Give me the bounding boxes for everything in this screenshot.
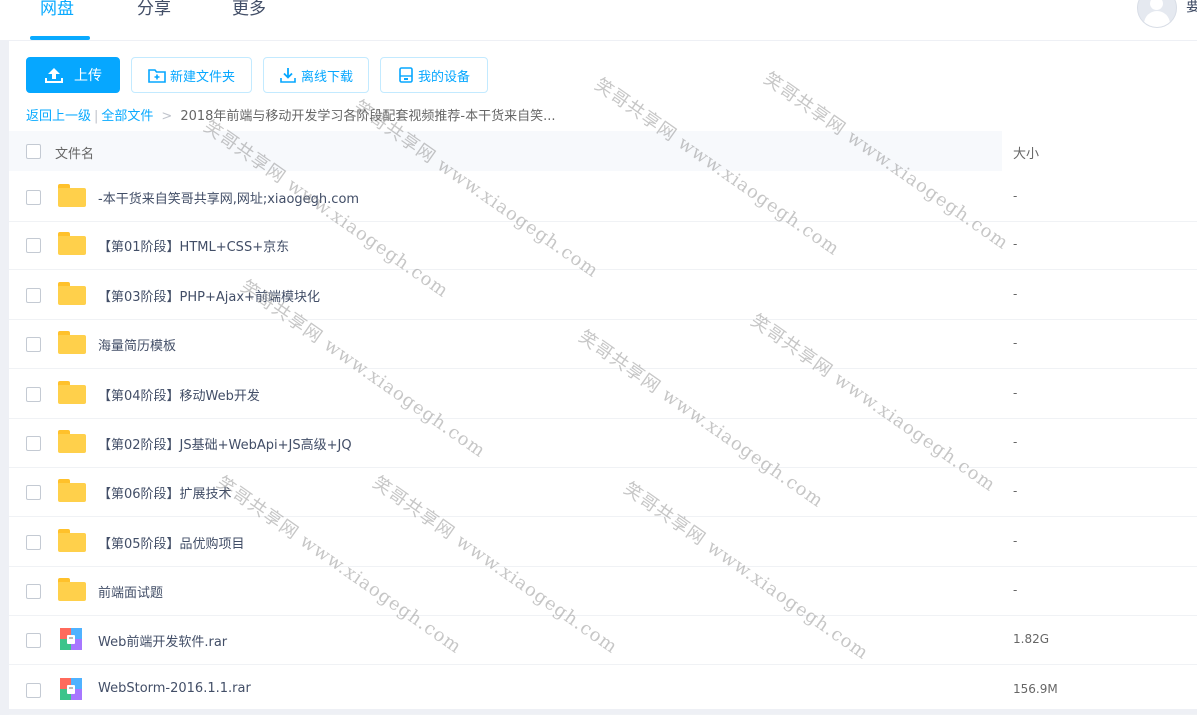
breadcrumb-arrow: > [161,109,173,124]
upload-label: 上传 [74,68,102,84]
row-checkbox[interactable] [26,485,41,500]
row-checkbox[interactable] [26,337,41,352]
folder-icon [56,428,86,456]
table-row[interactable]: Web前端开发软件.rar 1.82G [9,615,1197,665]
row-checkbox[interactable] [26,683,41,698]
file-name[interactable]: 前端面试题 [98,582,163,601]
file-size: - [1013,386,1018,400]
my-devices-button[interactable]: 我的设备 [380,57,488,93]
new-folder-label: 新建文件夹 [169,69,235,85]
archive-icon [56,625,86,653]
tab-netdisk[interactable]: 网盘 [40,0,74,19]
device-icon [399,67,413,83]
table-row[interactable]: 【第06阶段】扩展技术 - [9,467,1197,517]
row-checkbox[interactable] [26,387,41,402]
file-name[interactable]: Web前端开发软件.rar [98,631,227,650]
folder-icon [56,379,86,407]
folder-icon [56,576,86,604]
file-size: - [1013,287,1018,301]
table-row[interactable]: 前端面试题 - [9,566,1197,616]
folder-icon [56,527,86,555]
row-checkbox[interactable] [26,190,41,205]
folder-icon [56,230,86,258]
table-row[interactable]: 【第03阶段】PHP+Ajax+前端模块化 - [9,270,1197,320]
file-size: - [1013,189,1018,203]
new-folder-button[interactable]: 新建文件夹 [131,57,252,93]
row-checkbox[interactable] [26,288,41,303]
upload-button[interactable]: 上传 [26,57,120,93]
table-row[interactable]: -本干货来自笑哥共享网,网址;xiaogegh.com - [9,172,1197,222]
file-size: - [1013,336,1018,350]
select-all-checkbox[interactable] [26,144,41,159]
folder-icon [56,329,86,357]
offline-download-label: 离线下载 [300,69,353,85]
file-size: - [1013,484,1018,498]
file-size: 1.82G [1013,632,1050,646]
archive-icon [56,675,86,703]
file-name[interactable]: 【第02阶段】JS基础+WebApi+JS高级+JQ [98,434,352,453]
download-icon [280,68,296,83]
table-row[interactable]: 海量简历模板 - [9,319,1197,369]
file-size: - [1013,435,1018,449]
file-size: - [1013,583,1018,597]
current-folder: 2018年前端与移动开发学习各阶段配套视频推荐-本干货来自笑... [180,109,556,124]
folder-plus-icon [148,69,166,83]
folder-icon [56,182,86,210]
username[interactable]: 要 [1186,0,1197,16]
table-header: 文件名 大小 [9,131,1197,171]
table-row[interactable]: WebStorm-2016.1.1.rar 156.9M [9,665,1197,715]
file-size: - [1013,237,1018,251]
file-name[interactable]: 【第01阶段】HTML+CSS+京东 [98,236,289,255]
tab-share[interactable]: 分享 [137,0,171,19]
breadcrumb: 返回上一级 | 全部文件 >2018年前端与移动开发学习各阶段配套视频推荐-本干货来自… [26,107,556,127]
my-devices-label: 我的设备 [417,69,470,85]
avatar[interactable] [1137,0,1177,28]
row-checkbox[interactable] [26,633,41,648]
table-row[interactable]: 【第04阶段】移动Web开发 - [9,369,1197,419]
file-size: - [1013,534,1018,548]
row-checkbox[interactable] [26,436,41,451]
row-checkbox[interactable] [26,535,41,550]
table-row[interactable]: 【第01阶段】HTML+CSS+京东 - [9,220,1197,270]
row-checkbox[interactable] [26,238,41,253]
breadcrumb-separator: | [94,109,99,124]
folder-icon [56,477,86,505]
tab-more[interactable]: 更多 [232,0,266,19]
file-size: 156.9M [1013,682,1058,696]
back-link[interactable]: 返回上一级 [26,109,91,124]
offline-download-button[interactable]: 离线下载 [263,57,369,93]
all-files-link[interactable]: 全部文件 [101,109,153,124]
top-nav: 网盘 分享 更多 要 [0,0,1197,40]
file-name[interactable]: -本干货来自笑哥共享网,网址;xiaogegh.com [98,188,359,207]
file-name[interactable]: WebStorm-2016.1.1.rar [98,681,251,696]
upload-icon [45,68,63,83]
table-row[interactable]: 【第05阶段】品优购项目 - [9,517,1197,567]
file-name[interactable]: 【第05阶段】品优购项目 [98,533,245,552]
column-header-name[interactable]: 文件名 [55,143,94,162]
file-name[interactable]: 海量简历模板 [98,335,176,354]
file-panel: 上传 新建文件夹 离线下载 我的设备 返回上一级 | 全部文件 >2018年前端与移动… [9,41,1197,715]
file-name[interactable]: 【第03阶段】PHP+Ajax+前端模块化 [98,286,320,305]
active-tab-indicator [30,36,90,40]
table-row[interactable]: 【第02阶段】JS基础+WebApi+JS高级+JQ - [9,418,1197,468]
column-header-size[interactable]: 大小 [1013,143,1039,162]
folder-icon [56,280,86,308]
file-name[interactable]: 【第04阶段】移动Web开发 [98,385,260,404]
file-name[interactable]: 【第06阶段】扩展技术 [98,483,232,502]
row-checkbox[interactable] [26,584,41,599]
